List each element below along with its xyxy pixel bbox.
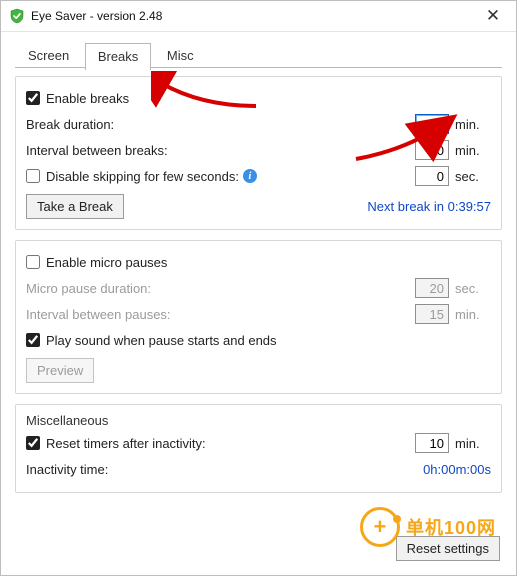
break-interval-unit: min.: [455, 143, 491, 158]
inactivity-time-label: Inactivity time:: [26, 462, 415, 477]
preview-button: Preview: [26, 358, 94, 383]
play-sound-label: Play sound when pause starts and ends: [46, 333, 491, 348]
breaks-group: Enable breaks Break duration: min. Inter…: [15, 76, 502, 230]
inactivity-time-value: 0h:00m:00s: [415, 462, 491, 477]
tab-screen[interactable]: Screen: [15, 42, 82, 68]
play-sound-checkbox[interactable]: [26, 333, 40, 347]
micro-duration-label: Micro pause duration:: [26, 281, 415, 296]
enable-micro-pauses-checkbox[interactable]: [26, 255, 40, 269]
reset-timers-unit: min.: [455, 436, 491, 451]
enable-micro-pauses-label: Enable micro pauses: [46, 255, 491, 270]
break-duration-input[interactable]: [415, 114, 449, 134]
micro-duration-input: [415, 278, 449, 298]
micro-interval-input: [415, 304, 449, 324]
disable-skipping-input[interactable]: [415, 166, 449, 186]
close-icon: ✕: [486, 6, 500, 26]
reset-timers-checkbox[interactable]: [26, 436, 40, 450]
watermark: + 单机100网: [360, 507, 496, 547]
info-icon[interactable]: i: [243, 169, 257, 183]
window-title: Eye Saver - version 2.48: [31, 9, 470, 23]
enable-breaks-label: Enable breaks: [46, 91, 491, 106]
disable-skipping-checkbox[interactable]: [26, 169, 40, 183]
break-duration-label: Break duration:: [26, 117, 415, 132]
micro-duration-unit: sec.: [455, 281, 491, 296]
misc-heading: Miscellaneous: [26, 413, 491, 428]
break-interval-input[interactable]: [415, 140, 449, 160]
micro-interval-unit: min.: [455, 307, 491, 322]
tab-misc[interactable]: Misc: [154, 42, 207, 68]
tab-breaks[interactable]: Breaks: [85, 43, 151, 70]
disable-skipping-unit: sec.: [455, 169, 491, 184]
micro-interval-label: Interval between pauses:: [26, 307, 415, 322]
break-interval-label: Interval between breaks:: [26, 143, 415, 158]
tab-content: Enable breaks Break duration: min. Inter…: [15, 68, 502, 493]
app-shield-icon: [9, 8, 25, 24]
reset-timers-input[interactable]: [415, 433, 449, 453]
take-break-button[interactable]: Take a Break: [26, 194, 124, 219]
break-duration-unit: min.: [455, 117, 491, 132]
micro-pauses-group: Enable micro pauses Micro pause duration…: [15, 240, 502, 394]
watermark-logo-icon: +: [360, 507, 400, 547]
title-bar: Eye Saver - version 2.48 ✕: [1, 1, 516, 32]
tab-strip: Screen Breaks Misc: [15, 42, 502, 68]
disable-skipping-label: Disable skipping for few seconds:: [46, 169, 239, 184]
next-break-status: Next break in 0:39:57: [367, 199, 491, 214]
enable-breaks-checkbox[interactable]: [26, 91, 40, 105]
window-close-button[interactable]: ✕: [470, 1, 516, 31]
misc-group: Miscellaneous Reset timers after inactiv…: [15, 404, 502, 493]
watermark-text: 单机100网: [406, 514, 496, 540]
reset-timers-label: Reset timers after inactivity:: [46, 436, 415, 451]
